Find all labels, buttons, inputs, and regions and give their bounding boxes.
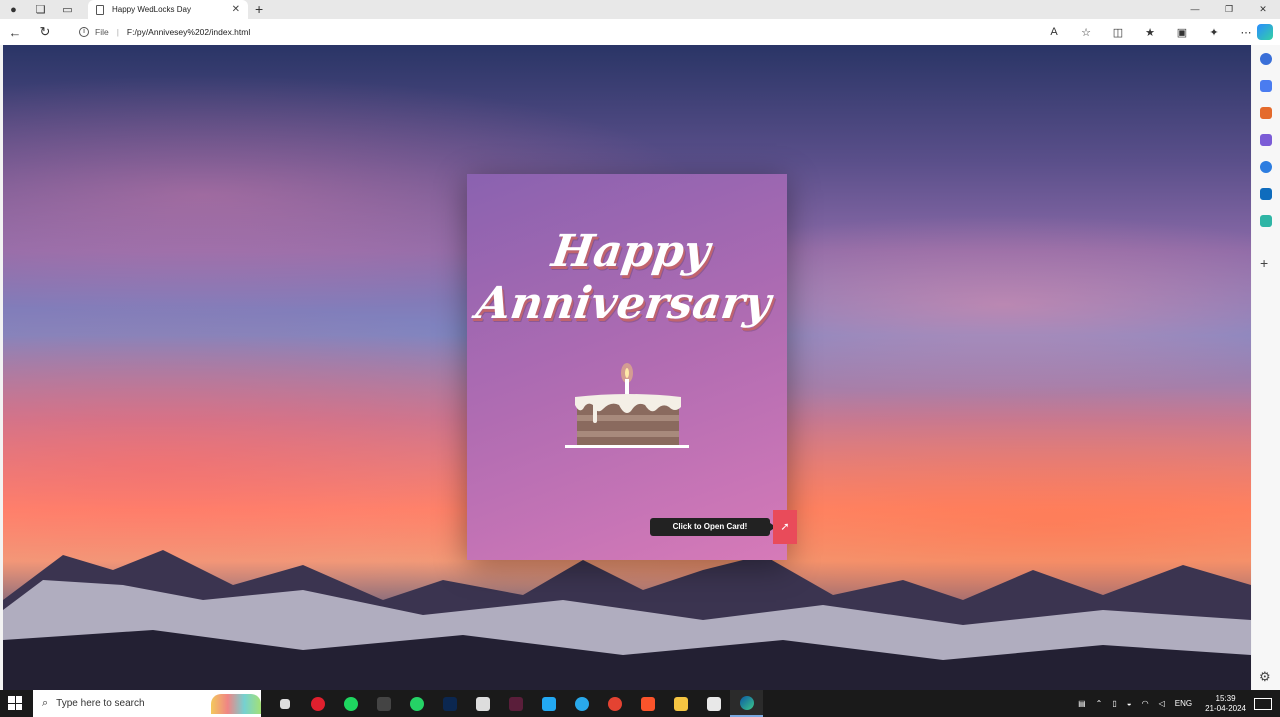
mountain-background — [3, 550, 1251, 690]
extensions-icon[interactable]: ✦ — [1198, 26, 1230, 39]
clock[interactable]: 15:39 21-04-2024 — [1205, 694, 1246, 714]
back-button[interactable]: ← — [0, 25, 30, 40]
collections-icon[interactable]: ▣ — [1166, 26, 1198, 39]
page-icon — [96, 4, 104, 15]
network-icon[interactable]: ◒ — [1127, 699, 1132, 708]
url-scheme-label: File — [95, 27, 109, 37]
whatsapp-icon[interactable] — [400, 690, 433, 717]
tab-happy-wedlocks-day[interactable]: Happy WedLocks Day ✕ — [88, 0, 248, 19]
language-indicator[interactable]: ENG — [1175, 699, 1192, 708]
copilot-icon[interactable] — [1257, 24, 1273, 40]
tab-actions-icon[interactable]: ▭ — [54, 0, 81, 19]
search-highlight-image — [211, 694, 261, 714]
start-button[interactable] — [8, 696, 22, 710]
arduino-icon[interactable] — [499, 690, 532, 717]
clock-date: 21-04-2024 — [1205, 703, 1246, 713]
battery-icon[interactable]: ▯ — [1112, 699, 1116, 708]
wifi-icon[interactable]: ◠ — [1142, 699, 1149, 708]
open-card-tooltip: Click to Open Card! — [650, 518, 776, 536]
outlook-icon[interactable] — [1260, 188, 1272, 200]
read-aloud-icon[interactable]: A — [1038, 26, 1070, 38]
restore-button[interactable]: ❐ — [1212, 0, 1246, 19]
edge-sidebar: + ⚙ — [1252, 45, 1280, 690]
new-tab-button[interactable]: + — [255, 1, 263, 17]
anniversary-card: Happy Anniversary Click to Open Card! ➚ — [467, 174, 797, 560]
add-sidebar-app-icon[interactable]: + — [1260, 255, 1268, 271]
drop-icon[interactable] — [1260, 215, 1272, 227]
search-icon[interactable] — [1260, 53, 1272, 65]
workspaces-icon[interactable]: ❏ — [27, 0, 54, 19]
notifications-icon[interactable] — [1254, 697, 1272, 710]
open-card-button[interactable]: ➚ — [773, 510, 797, 544]
refresh-button[interactable]: ↻ — [30, 24, 60, 40]
telegram-icon[interactable] — [565, 690, 598, 717]
task-view-icon[interactable] — [268, 690, 301, 717]
card-title-line2: Anniversary — [473, 278, 774, 329]
favorite-star-icon[interactable]: ☆ — [1070, 26, 1102, 39]
close-window-button[interactable]: ✕ — [1246, 0, 1280, 19]
search-placeholder: Type here to search — [56, 698, 145, 709]
address-bar[interactable]: i File | F:/py/Annivesey%202/index.html — [67, 22, 1107, 42]
tab-strip: ● ❏ ▭ Happy WedLocks Day ✕ + — ❐ ✕ — [0, 0, 1280, 19]
search-icon: ⌕ — [42, 697, 49, 709]
card-title-line1: Happy — [548, 226, 713, 277]
spotify-icon[interactable] — [334, 690, 367, 717]
birthday-cake-icon — [565, 363, 689, 448]
games-icon[interactable] — [1260, 134, 1272, 146]
sidebar-settings-icon[interactable]: ⚙ — [1259, 669, 1271, 685]
todoist-icon[interactable] — [598, 690, 631, 717]
shopping-tag-icon[interactable] — [1260, 80, 1272, 92]
tab-close-icon[interactable]: ✕ — [232, 4, 240, 15]
windows-taskbar: ⌕ Type here to search ▤ ⌃ ▯ ◒ ◠ ◁ ENG 15… — [0, 690, 1280, 717]
url-text[interactable]: F:/py/Annivesey%202/index.html — [127, 27, 250, 37]
microsoft-365-icon[interactable] — [1260, 161, 1272, 173]
cmd-icon[interactable] — [367, 690, 400, 717]
profile-avatar-icon[interactable]: ● — [0, 0, 27, 19]
roblox-icon[interactable] — [466, 690, 499, 717]
show-hidden-icons[interactable]: ⌃ — [1096, 699, 1103, 708]
file-explorer-icon[interactable] — [664, 690, 697, 717]
photoshop-icon[interactable] — [433, 690, 466, 717]
tab-title: Happy WedLocks Day — [112, 5, 191, 14]
taskbar-search[interactable]: ⌕ Type here to search — [33, 690, 261, 717]
edge-icon[interactable] — [730, 690, 763, 717]
minimize-button[interactable]: — — [1178, 0, 1212, 19]
opera-icon[interactable] — [301, 690, 334, 717]
brave-icon[interactable] — [631, 690, 664, 717]
card-title: Happy Anniversary — [460, 226, 795, 330]
split-screen-icon[interactable]: ◫ — [1102, 26, 1134, 39]
tools-briefcase-icon[interactable] — [1260, 107, 1272, 119]
vscode-icon[interactable] — [532, 690, 565, 717]
info-icon[interactable]: i — [79, 27, 89, 37]
news-widget-icon[interactable]: ▤ — [1078, 699, 1086, 708]
url-separator: | — [116, 27, 119, 37]
clock-time: 15:39 — [1215, 693, 1236, 703]
volume-icon[interactable]: ◁ — [1159, 699, 1165, 708]
microsoft-store-icon[interactable] — [697, 690, 730, 717]
navigation-bar: ← ↻ i File | F:/py/Annivesey%202/index.h… — [0, 19, 1280, 45]
page-viewport: Happy Anniversary Click to Open Card! ➚ — [3, 45, 1251, 690]
favorites-icon[interactable]: ★ — [1134, 26, 1166, 39]
